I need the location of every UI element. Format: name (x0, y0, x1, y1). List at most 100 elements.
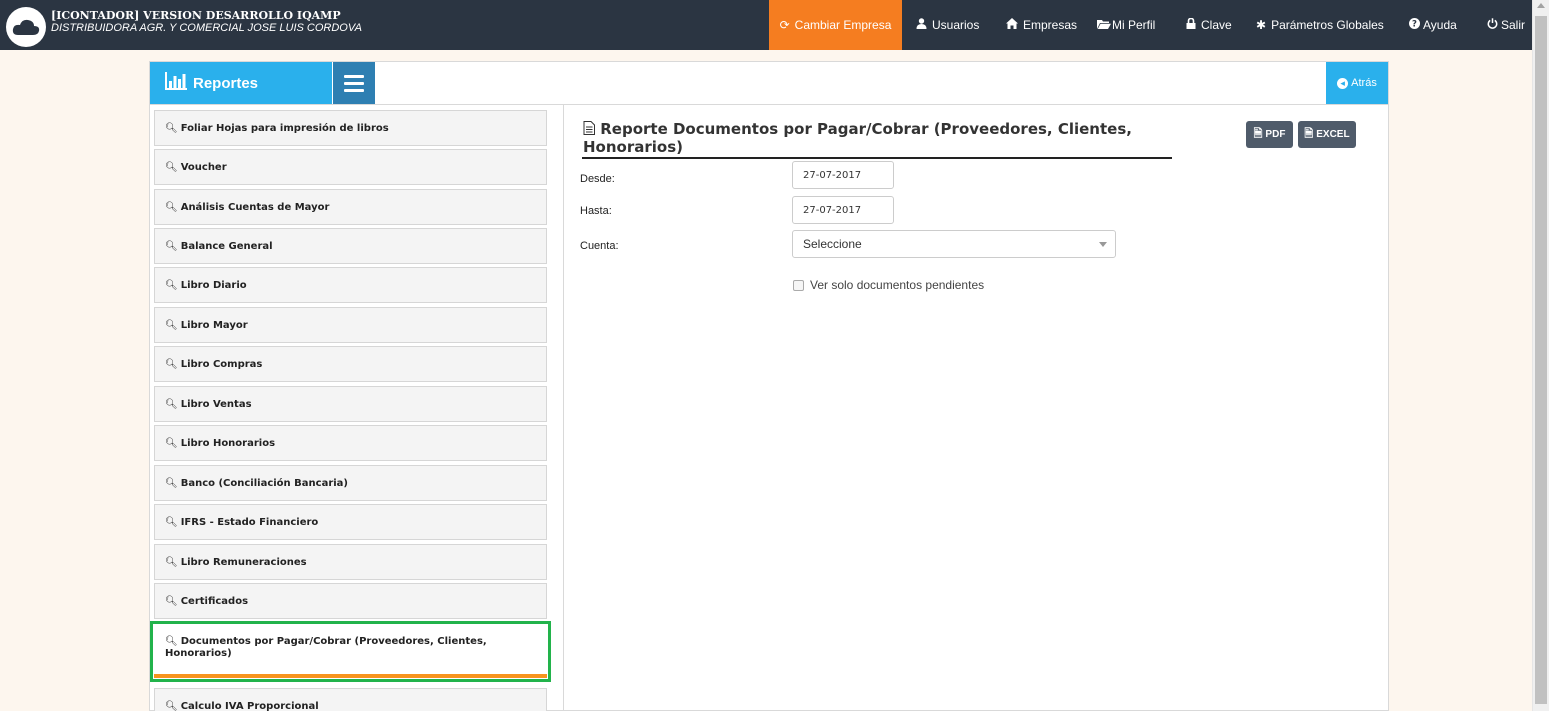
pdf-label: PDF (1265, 129, 1286, 140)
search-icon: 🔍︎ (165, 636, 178, 647)
pdf-export-button[interactable]: 🗎︎ PDF (1246, 121, 1293, 148)
pending-only-option: Ver solo documentos pendientes (793, 278, 984, 292)
nav-label: Parámetros Globales (1271, 18, 1384, 32)
arrow-left-circle-icon: ◂ (1337, 77, 1349, 89)
report-item-label: 🔍︎ Documentos por Pagar/Cobrar (Proveedor… (165, 636, 548, 660)
panel-header: Reportes ◂ Atrás (150, 62, 1388, 105)
search-icon: 🔍︎ (165, 595, 178, 607)
scroll-up-arrow-icon[interactable] (1537, 3, 1545, 8)
user-icon (916, 18, 927, 32)
nav-mi-perfil[interactable]: Mi Perfil (1097, 7, 1155, 43)
pending-only-checkbox[interactable] (793, 279, 804, 291)
report-item-voucher[interactable]: 🔍︎ Voucher (154, 149, 547, 185)
folder-icon (1097, 18, 1111, 32)
nav-parametros-globales[interactable]: ✱ Parámetros Globales (1256, 7, 1384, 43)
nav-label: Clave (1201, 18, 1232, 32)
report-list: 🔍︎ Foliar Hojas para impresión de libros … (150, 105, 564, 711)
search-icon: 🔍︎ (165, 319, 178, 331)
hamburger-icon (344, 73, 364, 94)
hamburger-menu-button[interactable] (333, 62, 375, 104)
page-scrollbar[interactable] (1532, 0, 1549, 711)
nav-label: Cambiar Empresa (794, 18, 892, 32)
report-item-label: Análisis Cuentas de Mayor (180, 201, 330, 213)
back-button[interactable]: ◂ Atrás (1326, 62, 1388, 104)
report-item-libro-diario[interactable]: 🔍︎ Libro Diario (154, 267, 547, 303)
scroll-thumb[interactable] (1535, 16, 1547, 704)
refresh-icon: ⟳ (779, 18, 790, 32)
nav-salir[interactable]: Salir (1487, 7, 1525, 43)
report-item-libro-compras[interactable]: 🔍︎ Libro Compras (154, 346, 547, 382)
report-title-text: Reporte Documentos por Pagar/Cobrar (Pro… (583, 120, 1132, 156)
nav-label: Mi Perfil (1112, 18, 1156, 32)
report-item-foliar[interactable]: 🔍︎ Foliar Hojas para impresión de libros (154, 110, 547, 146)
pending-only-label[interactable]: Ver solo documentos pendientes (810, 278, 984, 292)
report-item-label: IFRS - Estado Financiero (180, 516, 319, 528)
report-item-libro-ventas[interactable]: 🔍︎ Libro Ventas (154, 386, 547, 422)
nav-label: Salir (1501, 18, 1526, 32)
report-item-libro-honorarios[interactable]: 🔍︎ Libro Honorarios (154, 425, 547, 461)
back-label: Atrás (1351, 77, 1377, 89)
report-item-banco[interactable]: 🔍︎ Banco (Conciliación Bancaria) (154, 465, 547, 501)
hasta-date-input[interactable] (792, 196, 894, 224)
power-icon (1487, 18, 1498, 32)
report-item-label: Foliar Hojas para impresión de libros (180, 122, 389, 134)
report-item-label: Balance General (180, 240, 273, 252)
report-item-label: Calculo IVA Proporcional (180, 700, 319, 711)
search-icon: 🔍︎ (165, 358, 178, 370)
report-item-libro-mayor[interactable]: 🔍︎ Libro Mayor (154, 307, 547, 343)
search-icon: 🔍︎ (165, 477, 178, 489)
search-icon: 🔍︎ (165, 700, 178, 711)
report-item-balance-general[interactable]: 🔍︎ Balance General (154, 228, 547, 264)
home-icon (1006, 18, 1018, 32)
search-icon: 🔍︎ (165, 398, 178, 410)
nav-empresas[interactable]: Empresas (1006, 7, 1077, 43)
report-item-analisis-cuentas[interactable]: 🔍︎ Análisis Cuentas de Mayor (154, 189, 547, 225)
report-item-calculo-iva[interactable]: 🔍︎ Calculo IVA Proporcional (154, 688, 547, 711)
top-navbar: [ICONTADOR] VERSION DESARROLLO IQAMP DIS… (0, 0, 1532, 50)
report-item-libro-remuneraciones[interactable]: 🔍︎ Libro Remuneraciones (154, 544, 547, 580)
app-title: [ICONTADOR] VERSION DESARROLLO IQAMP (51, 9, 341, 22)
nav-ayuda[interactable]: ? Ayuda (1409, 7, 1457, 43)
nav-clave[interactable]: Clave (1186, 7, 1232, 43)
hasta-label: Hasta: (580, 205, 612, 217)
title-divider (582, 157, 1172, 159)
report-title: Reporte Documentos por Pagar/Cobrar (Pro… (583, 120, 1173, 156)
reportes-tab[interactable]: Reportes (150, 62, 332, 104)
nav-cambiar-empresa[interactable]: ⟳ Cambiar Empresa (769, 0, 902, 50)
company-name: DISTRIBUIDORA AGR. Y COMERCIAL JOSE LUIS… (51, 22, 362, 34)
report-item-ifrs[interactable]: 🔍︎ IFRS - Estado Financiero (154, 504, 547, 540)
search-icon: 🔍︎ (165, 516, 178, 528)
lock-icon (1186, 17, 1196, 32)
nav-label: Ayuda (1423, 18, 1457, 32)
report-item-text: Documentos por Pagar/Cobrar (Proveedores… (165, 636, 487, 659)
report-item-documentos-pagar-cobrar[interactable]: 🔍︎ Documentos por Pagar/Cobrar (Proveedor… (150, 621, 551, 682)
search-icon: 🔍︎ (165, 437, 178, 449)
desde-date-input[interactable] (792, 161, 894, 189)
chevron-down-icon (1099, 242, 1107, 247)
svg-text:?: ? (1412, 20, 1417, 29)
search-icon: 🔍︎ (165, 161, 178, 173)
excel-export-button[interactable]: 🗎︎ EXCEL (1298, 121, 1356, 148)
report-item-label: Libro Remuneraciones (180, 556, 307, 568)
pdf-file-icon: 🗎︎ (1253, 128, 1263, 140)
cuenta-selected-value: Seleccione (803, 237, 862, 251)
search-icon: 🔍︎ (165, 279, 178, 291)
document-icon (583, 120, 600, 138)
report-item-label: Certificados (180, 595, 249, 607)
cuenta-label: Cuenta: (580, 240, 619, 252)
report-item-label: Libro Ventas (180, 398, 252, 410)
cuenta-select[interactable]: Seleccione (792, 230, 1116, 258)
search-icon: 🔍︎ (165, 556, 178, 568)
cloud-logo-icon[interactable] (6, 7, 46, 47)
search-icon: 🔍︎ (165, 122, 178, 134)
gear-icon: ✱ (1256, 18, 1267, 32)
report-item-label: Libro Mayor (180, 319, 248, 331)
section-title: Reportes (193, 74, 259, 92)
report-item-certificados[interactable]: 🔍︎ Certificados (154, 583, 547, 619)
active-item-indicator (154, 674, 547, 678)
nav-usuarios[interactable]: Usuarios (916, 7, 979, 43)
report-item-label: Voucher (180, 161, 227, 173)
report-item-label: Libro Honorarios (180, 437, 276, 449)
report-item-label: Libro Compras (180, 358, 263, 370)
excel-label: EXCEL (1316, 129, 1350, 140)
